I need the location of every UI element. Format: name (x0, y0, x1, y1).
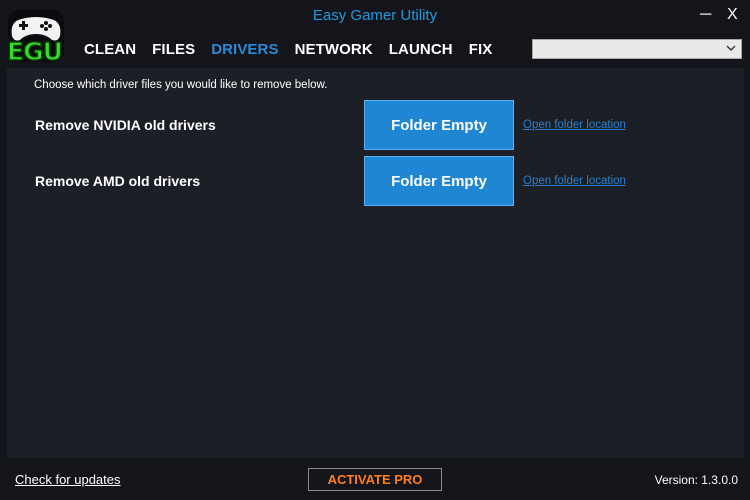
tab-files[interactable]: FILES (152, 41, 195, 61)
main-nav: CLEAN FILES DRIVERS NETWORK LAUNCH FIX (84, 41, 508, 61)
tab-drivers[interactable]: DRIVERS (211, 41, 278, 61)
chevron-down-icon (726, 41, 736, 58)
tab-fix[interactable]: FIX (469, 41, 493, 61)
minimize-button[interactable]: ─ (700, 6, 711, 24)
tab-launch[interactable]: LAUNCH (389, 41, 453, 61)
logo-text: EGU (6, 36, 63, 67)
window-title: Easy Gamer Utility (312, 7, 438, 24)
tab-clean[interactable]: CLEAN (84, 41, 136, 61)
nvidia-open-folder-link[interactable]: Open folder location (523, 119, 626, 131)
tab-network[interactable]: NETWORK (295, 41, 373, 61)
intro-text: Choose which driver files you would like… (34, 79, 328, 91)
nvidia-label: Remove NVIDIA old drivers (35, 117, 216, 133)
app-logo: EGU (6, 10, 68, 67)
amd-open-folder-link[interactable]: Open folder location (523, 175, 626, 187)
drivers-panel: Choose which driver files you would like… (7, 68, 744, 458)
activate-pro-button[interactable]: ACTIVATE PRO (308, 468, 442, 491)
amd-folder-button[interactable]: Folder Empty (364, 156, 514, 206)
profile-dropdown[interactable] (532, 39, 742, 59)
nvidia-folder-button[interactable]: Folder Empty (364, 100, 514, 150)
amd-label: Remove AMD old drivers (35, 173, 201, 189)
title-bar: Easy Gamer Utility ─ X (0, 0, 750, 34)
version-text: Version: 1.3.0.0 (654, 473, 738, 487)
close-button[interactable]: X (727, 6, 738, 24)
check-updates-link[interactable]: Check for updates (15, 472, 121, 487)
